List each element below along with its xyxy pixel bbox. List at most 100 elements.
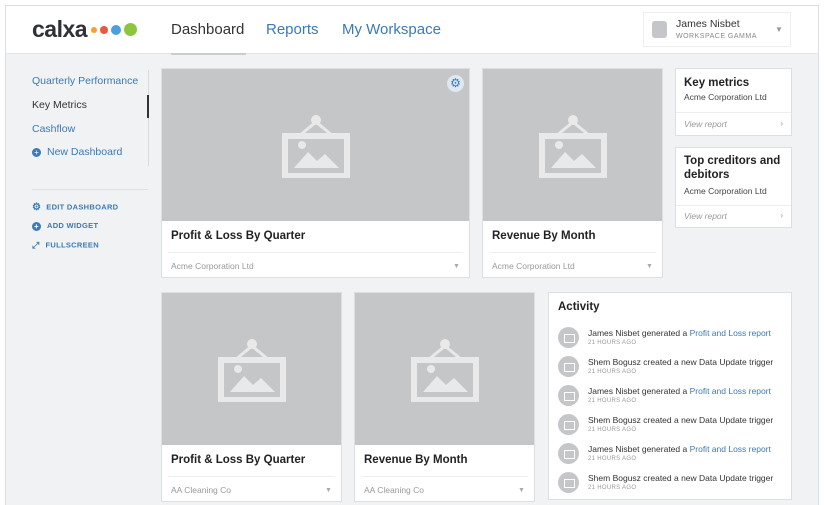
widget-dropdown-icon[interactable]: ▼ — [646, 263, 653, 270]
gear-icon: ⚙ — [32, 202, 42, 213]
logo-dot-orange — [91, 26, 98, 33]
activity-time: 21 HOURS AGO — [588, 427, 637, 433]
widget-card[interactable]: Profit & Loss By Quarter AA Cleaning Co … — [161, 292, 342, 502]
widget-title: Revenue By Month — [364, 454, 468, 466]
widget-card[interactable]: Revenue By Month Acme Corporation Ltd ▼ — [482, 68, 663, 278]
logo-dot-red — [100, 25, 109, 34]
report-link[interactable]: Profit and Loss report — [690, 444, 771, 454]
user-avatar-icon — [652, 21, 667, 38]
activity-text: James Nisbet generated a Profit and Loss… — [588, 328, 771, 338]
widget-image-placeholder — [162, 293, 341, 445]
fullscreen-label: FULLSCREEN — [45, 240, 99, 250]
activity-time: 21 HOURS AGO — [588, 485, 637, 491]
activity-item: James Nisbet generated a Profit and Loss… — [558, 384, 788, 410]
widget-divider — [168, 476, 335, 477]
sidebar-divider-vertical — [148, 70, 149, 166]
user-name: James Nisbet — [676, 18, 740, 30]
image-placeholder-icon — [538, 115, 607, 178]
report-card-divider — [676, 112, 791, 113]
widget-title: Revenue By Month — [492, 230, 596, 242]
add-widget-button[interactable]: + ADD WIDGET — [32, 221, 98, 231]
app-window: calxa Dashboard Reports My Workspace Jam… — [5, 5, 819, 505]
image-placeholder-icon — [410, 339, 479, 402]
activity-text: James Nisbet generated a Profit and Loss… — [588, 444, 771, 454]
widget-dropdown-icon[interactable]: ▼ — [325, 487, 332, 494]
activity-text: Shem Bogusz created a new Data Update tr… — [588, 357, 774, 367]
sidebar-item-cashflow[interactable]: Cashflow — [32, 123, 75, 135]
activity-item: Shem Bogusz created a new Data Update tr… — [558, 355, 788, 381]
workspace-name: WORKSPACE GAMMA — [676, 33, 757, 40]
widget-divider — [361, 476, 528, 477]
activity-text: James Nisbet generated a Profit and Loss… — [588, 386, 771, 396]
activity-time: 21 HOURS AGO — [588, 398, 637, 404]
activity-time: 21 HOURS AGO — [588, 456, 637, 462]
activity-avatar-icon — [558, 414, 579, 435]
top-bar: calxa Dashboard Reports My Workspace Jam… — [6, 6, 818, 55]
activity-item: James Nisbet generated a Profit and Loss… — [558, 442, 788, 468]
plus-circle-icon: + — [32, 221, 41, 231]
widget-divider — [489, 252, 656, 253]
image-placeholder-icon — [281, 115, 350, 178]
sidebar-item-quarterly-performance[interactable]: Quarterly Performance — [32, 75, 138, 87]
chevron-right-icon: › — [780, 211, 783, 220]
image-placeholder-icon — [217, 339, 286, 402]
activity-avatar-icon — [558, 472, 579, 493]
tab-dashboard[interactable]: Dashboard — [171, 21, 247, 55]
user-menu[interactable]: James Nisbet WORKSPACE GAMMA ▼ — [643, 12, 791, 47]
activity-panel: Activity James Nisbet generated a Profit… — [548, 292, 792, 500]
edit-dashboard-label: EDIT DASHBOARD — [46, 202, 119, 212]
logo-dot-blue — [111, 24, 122, 35]
chevron-down-icon: ▼ — [775, 25, 783, 34]
logo-wordmark: calxa — [32, 16, 88, 42]
widget-divider — [168, 252, 463, 253]
report-card-title: Top creditors and debitors — [684, 155, 781, 181]
report-card-title: Key metrics — [684, 77, 750, 89]
widget-company: Acme Corporation Ltd — [492, 261, 575, 271]
report-card-divider — [676, 205, 791, 206]
activity-item: Shem Bogusz created a new Data Update tr… — [558, 471, 788, 497]
sidebar-active-indicator — [147, 95, 149, 118]
activity-time: 21 HOURS AGO — [588, 340, 637, 346]
report-card-key-metrics[interactable]: Key metrics Acme Corporation Ltd View re… — [675, 68, 792, 136]
widget-settings-gear-icon[interactable]: ⚙ — [447, 75, 464, 92]
new-dashboard-button[interactable]: + New Dashboard — [32, 146, 122, 158]
tab-reports[interactable]: Reports — [266, 21, 319, 38]
activity-text: Shem Bogusz created a new Data Update tr… — [588, 415, 774, 425]
activity-title: Activity — [558, 301, 600, 313]
report-link[interactable]: Profit and Loss report — [690, 328, 771, 338]
activity-avatar-icon — [558, 443, 579, 464]
plus-circle-icon: + — [32, 147, 41, 157]
widget-image-placeholder — [483, 69, 662, 221]
widget-company: AA Cleaning Co — [171, 485, 232, 495]
activity-item: James Nisbet generated a Profit and Loss… — [558, 326, 788, 352]
activity-item: Shem Bogusz created a new Data Update tr… — [558, 413, 788, 439]
report-card-top-creditors[interactable]: Top creditors and debitors Acme Corporat… — [675, 147, 792, 228]
sidebar-separator — [32, 189, 148, 190]
report-card-company: Acme Corporation Ltd — [684, 92, 767, 102]
widget-dropdown-icon[interactable]: ▼ — [453, 263, 460, 270]
view-report-link[interactable]: View report — [684, 119, 727, 129]
tab-my-workspace[interactable]: My Workspace — [342, 21, 441, 38]
report-card-company: Acme Corporation Ltd — [684, 186, 767, 196]
calxa-logo[interactable]: calxa — [32, 16, 138, 43]
report-link[interactable]: Profit and Loss report — [690, 386, 771, 396]
logo-dot-green — [124, 23, 138, 36]
chevron-right-icon: › — [780, 119, 783, 128]
widget-title: Profit & Loss By Quarter — [171, 454, 306, 466]
widget-card[interactable]: ⚙ Profit & Loss By Quarter Acme Corporat… — [161, 68, 470, 278]
sidebar-item-key-metrics[interactable]: Key Metrics — [32, 99, 87, 111]
add-widget-label: ADD WIDGET — [47, 221, 99, 230]
widget-dropdown-icon[interactable]: ▼ — [518, 487, 525, 494]
activity-text: Shem Bogusz created a new Data Update tr… — [588, 473, 774, 483]
activity-avatar-icon — [558, 385, 579, 406]
edit-dashboard-button[interactable]: ⚙ EDIT DASHBOARD — [32, 202, 118, 213]
activity-avatar-icon — [558, 327, 579, 348]
widget-card[interactable]: Revenue By Month AA Cleaning Co ▼ — [354, 292, 535, 502]
new-dashboard-label: New Dashboard — [47, 146, 123, 158]
activity-avatar-icon — [558, 356, 579, 377]
widget-company: AA Cleaning Co — [364, 485, 425, 495]
fullscreen-button[interactable]: ⤢ FULLSCREEN — [32, 240, 99, 251]
view-report-link[interactable]: View report — [684, 211, 727, 221]
activity-time: 21 HOURS AGO — [588, 369, 637, 375]
widget-image-placeholder — [355, 293, 534, 445]
